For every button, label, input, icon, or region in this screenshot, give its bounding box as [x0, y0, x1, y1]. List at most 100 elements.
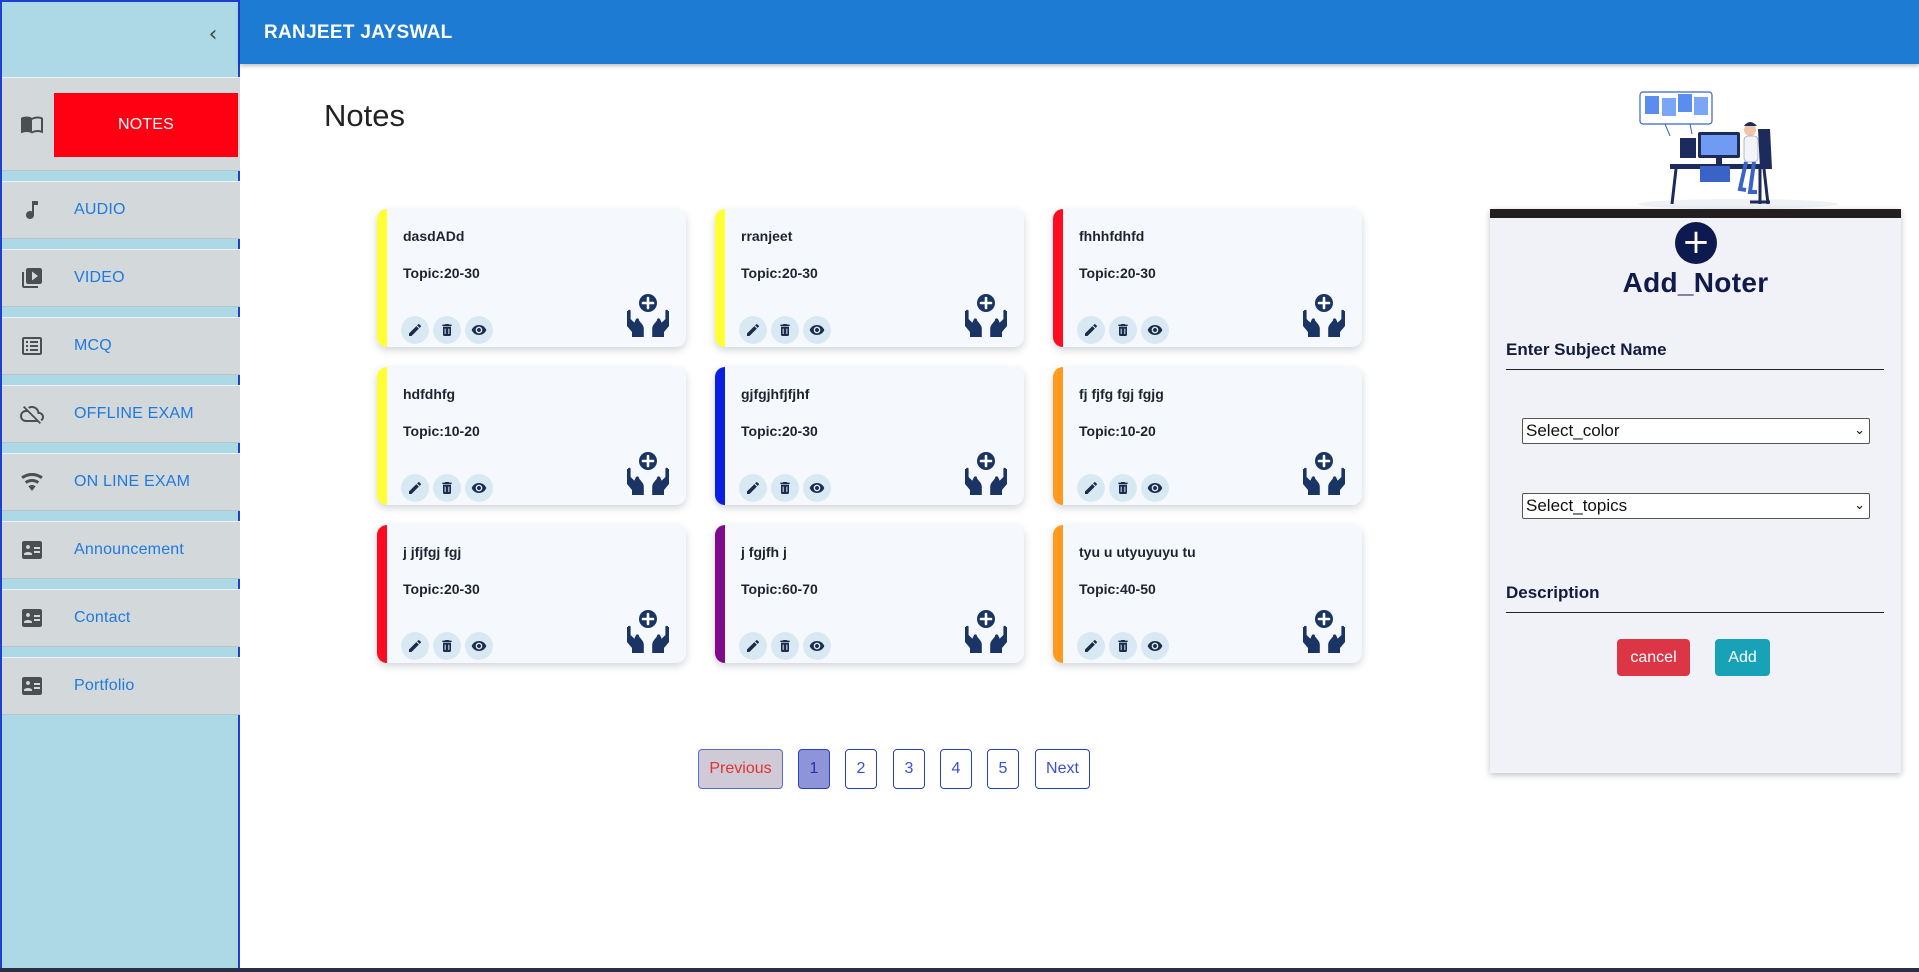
card-title: j jfjfgj fgj — [403, 544, 462, 560]
note-card[interactable]: j fgjfh j Topic:60-70 — [715, 525, 1024, 663]
eye-icon[interactable] — [1141, 474, 1169, 502]
trash-icon[interactable] — [771, 316, 799, 344]
pencil-icon[interactable] — [739, 316, 767, 344]
pencil-icon[interactable] — [1077, 316, 1105, 344]
card-color-stripe — [715, 525, 725, 663]
sidebar-item-announcement[interactable]: Announcement — [2, 521, 240, 579]
card-color-stripe — [715, 367, 725, 505]
page-button-3[interactable]: 3 — [893, 749, 925, 789]
panel-title: Add_Noter — [1622, 267, 1769, 298]
sidebar-item-online-exam[interactable]: ON LINE EXAM — [2, 453, 240, 511]
sidebar-item-offline-exam[interactable]: OFFLINE EXAM — [2, 385, 240, 443]
trash-icon[interactable] — [433, 632, 461, 660]
note-card[interactable]: tyu u utyuyuyu tu Topic:40-50 — [1053, 525, 1362, 663]
sidebar-item-video[interactable]: VIDEO — [2, 249, 240, 307]
trash-icon[interactable] — [1109, 316, 1137, 344]
cloud-off-icon — [20, 402, 44, 426]
page-button-1[interactable]: 1 — [798, 749, 830, 789]
page-button-5[interactable]: 5 — [987, 749, 1019, 789]
eye-icon[interactable] — [465, 316, 493, 344]
sidebar-item-label: VIDEO — [74, 269, 125, 286]
pencil-icon[interactable] — [739, 474, 767, 502]
trash-icon[interactable] — [771, 632, 799, 660]
sidebar-item-mcq[interactable]: MCQ — [2, 317, 240, 375]
add-button[interactable]: Add — [1715, 639, 1770, 676]
card-color-stripe — [377, 367, 387, 505]
sidebar-item-label: OFFLINE EXAM — [74, 405, 194, 422]
card-title: gjfgjhfjfjhf — [741, 386, 810, 402]
previous-page-button[interactable]: Previous — [698, 749, 783, 789]
eye-icon[interactable] — [803, 474, 831, 502]
note-card[interactable]: fhhhfdhfd Topic:20-30 — [1053, 209, 1362, 347]
workstation-illustration — [1620, 84, 1840, 210]
pencil-icon[interactable] — [401, 474, 429, 502]
next-page-button[interactable]: Next — [1035, 749, 1090, 789]
hands-plus-icon — [962, 607, 1010, 655]
cancel-button[interactable]: cancel — [1617, 639, 1690, 676]
trash-icon[interactable] — [1109, 474, 1137, 502]
card-color-stripe — [1053, 209, 1063, 347]
sidebar-item-label: MCQ — [74, 337, 112, 354]
card-topic: Topic:10-20 — [1079, 423, 1156, 439]
sidebar-item-notes[interactable]: NOTES — [2, 77, 240, 171]
card-topic: Topic:20-30 — [1079, 265, 1156, 281]
page-button-2[interactable]: 2 — [845, 749, 877, 789]
eye-icon[interactable] — [803, 316, 831, 344]
card-actions — [401, 316, 493, 344]
card-color-stripe — [715, 209, 725, 347]
description-input[interactable] — [1506, 612, 1884, 613]
card-topic: Topic:40-50 — [1079, 581, 1156, 597]
card-topic: Topic:10-20 — [403, 423, 480, 439]
sidebar-item-contact[interactable]: Contact — [2, 589, 240, 647]
card-title: tyu u utyuyuyu tu — [1079, 544, 1196, 560]
note-card[interactable]: rranjeet Topic:20-30 — [715, 209, 1024, 347]
trash-icon[interactable] — [771, 474, 799, 502]
app-title: RANJEET JAYSWAL — [264, 22, 453, 43]
description-label: Description — [1506, 583, 1600, 602]
trash-icon[interactable] — [433, 316, 461, 344]
card-topic: Topic:20-30 — [403, 265, 480, 281]
sidebar: ‹ NOTES AUDIO VIDEO MCQ OFFLINE EXAM ON … — [0, 0, 240, 970]
pencil-icon[interactable] — [401, 316, 429, 344]
card-actions — [739, 474, 831, 502]
eye-icon[interactable] — [1141, 632, 1169, 660]
pencil-icon[interactable] — [401, 632, 429, 660]
pencil-icon[interactable] — [1077, 632, 1105, 660]
eye-icon[interactable] — [465, 474, 493, 502]
book-icon — [20, 112, 44, 136]
plus-circle-icon[interactable]: + — [1675, 222, 1717, 264]
note-card[interactable]: fj fjfg fgj fgjg Topic:10-20 — [1053, 367, 1362, 505]
pencil-icon[interactable] — [1077, 474, 1105, 502]
top-app-bar: RANJEET JAYSWAL — [240, 0, 1919, 64]
note-card[interactable]: hdfdhfg Topic:10-20 — [377, 367, 686, 505]
select-topics-dropdown[interactable]: Select_topics ⌄ — [1522, 493, 1870, 519]
sidebar-item-label: Announcement — [74, 541, 185, 558]
card-topic: Topic:20-30 — [403, 581, 480, 597]
hands-plus-icon — [624, 449, 672, 497]
note-card[interactable]: j jfjfgj fgj Topic:20-30 — [377, 525, 686, 663]
sidebar-item-label: AUDIO — [74, 201, 126, 218]
page-title: Notes — [324, 98, 405, 133]
select-color-dropdown[interactable]: Select_color ⌄ — [1522, 418, 1870, 444]
trash-icon[interactable] — [433, 474, 461, 502]
sidebar-item-audio[interactable]: AUDIO — [2, 181, 240, 239]
card-actions — [401, 632, 493, 660]
eye-icon[interactable] — [465, 632, 493, 660]
hands-plus-icon — [624, 607, 672, 655]
app-root: ‹ NOTES AUDIO VIDEO MCQ OFFLINE EXAM ON … — [0, 0, 1919, 972]
note-card[interactable]: gjfgjhfjfjhf Topic:20-30 — [715, 367, 1024, 505]
page-button-4[interactable]: 4 — [940, 749, 972, 789]
sidebar-item-label: Portfolio — [74, 677, 135, 694]
trash-icon[interactable] — [1109, 632, 1137, 660]
sidebar-item-label: Contact — [74, 609, 131, 626]
eye-icon[interactable] — [1141, 316, 1169, 344]
sidebar-item-portfolio[interactable]: Portfolio — [2, 657, 240, 715]
card-topic: Topic:60-70 — [741, 581, 818, 597]
pencil-icon[interactable] — [739, 632, 767, 660]
hands-plus-icon — [1300, 291, 1348, 339]
chevron-left-icon[interactable]: ‹ — [202, 24, 224, 46]
card-color-stripe — [377, 525, 387, 663]
subject-name-input[interactable] — [1506, 369, 1884, 370]
eye-icon[interactable] — [803, 632, 831, 660]
note-card[interactable]: dasdADd Topic:20-30 — [377, 209, 686, 347]
